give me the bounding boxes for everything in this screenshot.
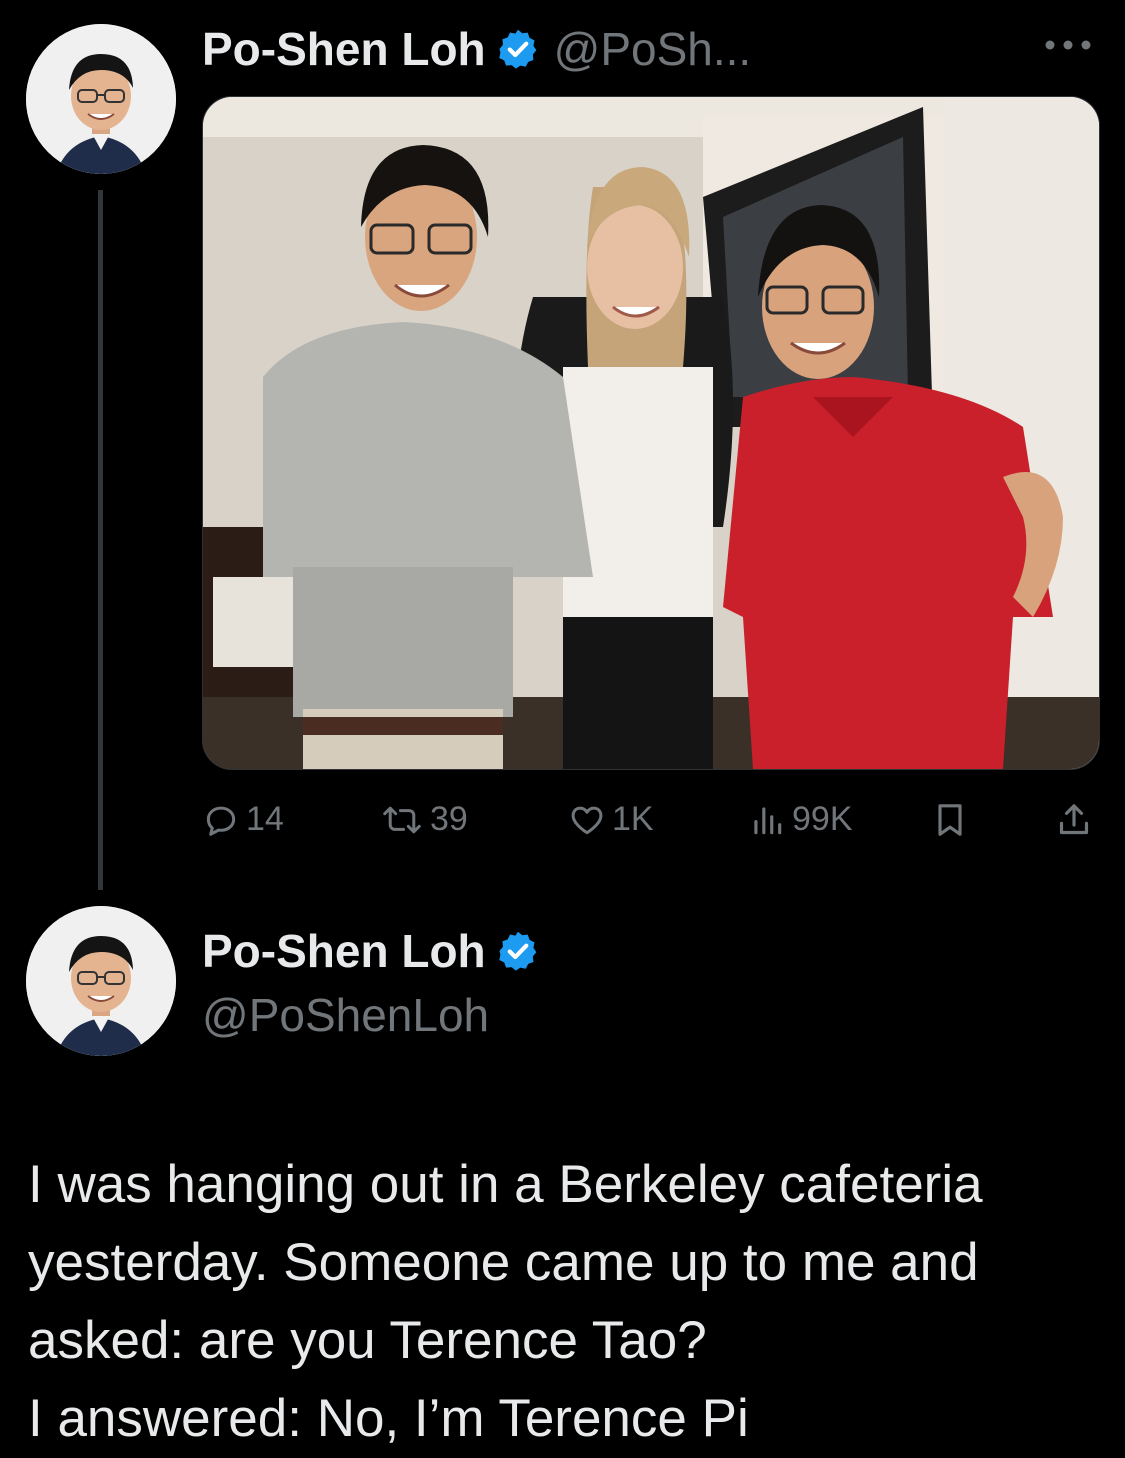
- verified-badge-icon: [498, 931, 536, 971]
- display-name[interactable]: Po-Shen Loh: [202, 22, 486, 76]
- retweet-action[interactable]: 39: [380, 800, 468, 839]
- share-action[interactable]: [1054, 800, 1100, 840]
- avatar[interactable]: [26, 906, 176, 1056]
- views-count: 99K: [792, 800, 853, 838]
- retweet-icon: [383, 806, 421, 833]
- bookmark-action[interactable]: [930, 800, 976, 840]
- verified-badge-icon: [498, 29, 536, 69]
- tweet-photo[interactable]: [202, 96, 1100, 770]
- reply-count: 14: [246, 800, 284, 838]
- thread-connector-line: [98, 190, 103, 890]
- tweet-text: I was hanging out in a Berkeley cafeteri…: [28, 1146, 1108, 1458]
- display-name[interactable]: Po-Shen Loh: [202, 924, 486, 978]
- views-chart-icon: [754, 806, 782, 834]
- handle[interactable]: @PoSh...: [554, 22, 752, 76]
- like-count: 1K: [612, 800, 654, 838]
- profile-photo: [26, 906, 176, 1056]
- views-action[interactable]: 99K: [748, 800, 853, 839]
- tweet-text-line: asked: are you Terence Tao?: [28, 1311, 707, 1370]
- reply-icon: [206, 806, 236, 836]
- more-options-icon[interactable]: [1040, 30, 1096, 60]
- tweet-text-line: yesterday. Someone came up to me and: [28, 1233, 979, 1292]
- share-icon: [1059, 804, 1089, 835]
- retweet-count: 39: [430, 800, 468, 838]
- avatar[interactable]: [26, 24, 176, 174]
- tweet-header: Po-Shen Loh: [202, 924, 540, 978]
- profile-photo: [26, 24, 176, 174]
- tweet-text-line: I answered: No, I’m Terence Pi: [28, 1389, 749, 1448]
- handle[interactable]: @PoShenLoh: [202, 988, 489, 1042]
- like-action[interactable]: 1K: [568, 800, 654, 839]
- bookmark-icon: [938, 804, 962, 836]
- reply-action[interactable]: 14: [202, 800, 284, 839]
- photo-illustration: [203, 97, 1099, 769]
- tweet-text-line: I was hanging out in a Berkeley cafeteri…: [28, 1155, 983, 1214]
- tweet-header: Po-Shen Loh @PoSh...: [202, 22, 751, 76]
- tweet-actions: 14 39 1K 99K: [202, 800, 1098, 846]
- heart-icon: [571, 806, 603, 834]
